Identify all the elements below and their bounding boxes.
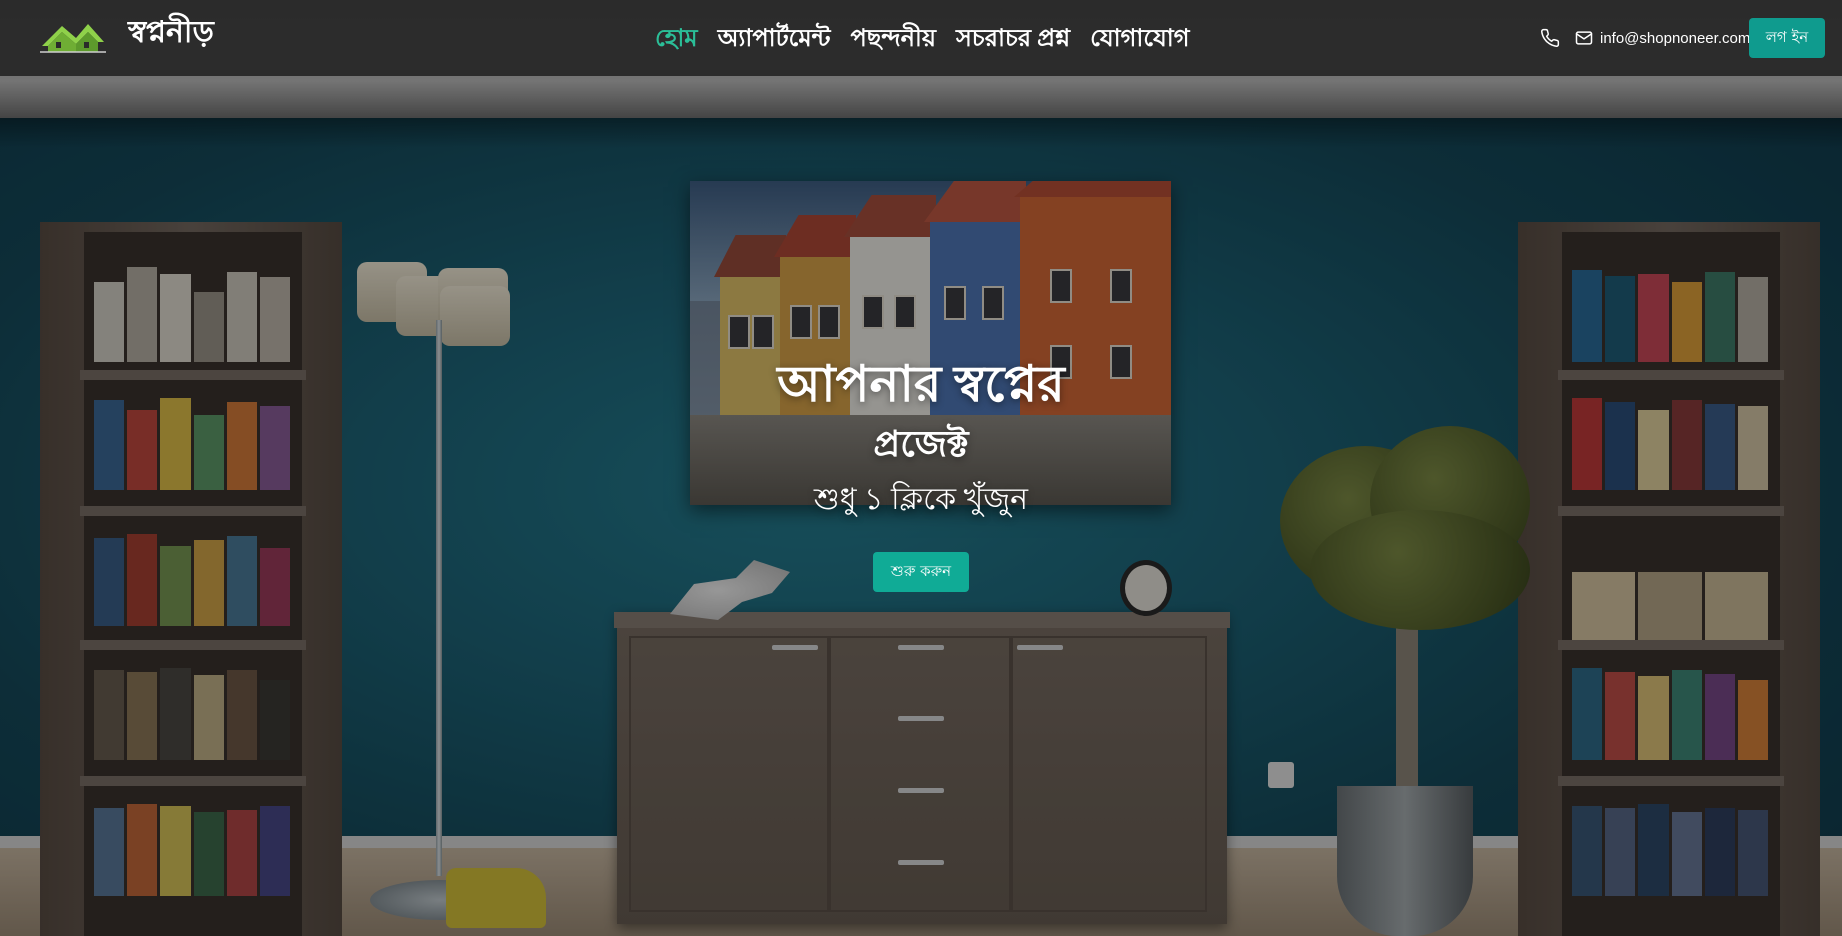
navbar: স্বপ্ননীড় হোম অ্যাপার্টমেন্ট পছন্দনীয় … [0, 0, 1842, 76]
email-link[interactable]: info@shopnoneer.com [1574, 28, 1750, 48]
contact-info: info@shopnoneer.com [1540, 28, 1750, 48]
get-started-button[interactable]: শুরু করুন [873, 552, 969, 592]
phone-icon[interactable] [1540, 28, 1560, 48]
brand-name: স্বপ্ননীড় [128, 16, 214, 49]
hero-title-second-line: প্রজেক্ট [873, 424, 969, 464]
house-roof-logo-icon [40, 23, 106, 53]
hero-content: আপনার স্বপ্নের প্রজেক্ট শুধু ১ ক্লিকে খু… [0, 352, 1842, 592]
hero-title: আপনার স্বপ্নের [777, 356, 1065, 412]
nav-faq[interactable]: সচরাচর প্রশ্ন [956, 20, 1070, 60]
nav-home[interactable]: হোম [655, 20, 698, 60]
main-nav: হোম অ্যাপার্টমেন্ট পছন্দনীয় সচরাচর প্রশ… [655, 20, 1189, 60]
nav-apartment[interactable]: অ্যাপার্টমেন্ট [718, 20, 831, 60]
brand[interactable]: স্বপ্ননীড় [40, 8, 214, 59]
nav-favorites[interactable]: পছন্দনীয় [851, 20, 936, 60]
hero-subtitle: শুধু ১ ক্লিকে খুঁজুন [813, 483, 1029, 516]
login-button[interactable]: লগ ইন [1749, 18, 1825, 58]
nav-contact[interactable]: যোগাযোগ [1090, 20, 1189, 60]
email-text: info@shopnoneer.com [1600, 29, 1751, 47]
mail-icon [1575, 31, 1593, 45]
